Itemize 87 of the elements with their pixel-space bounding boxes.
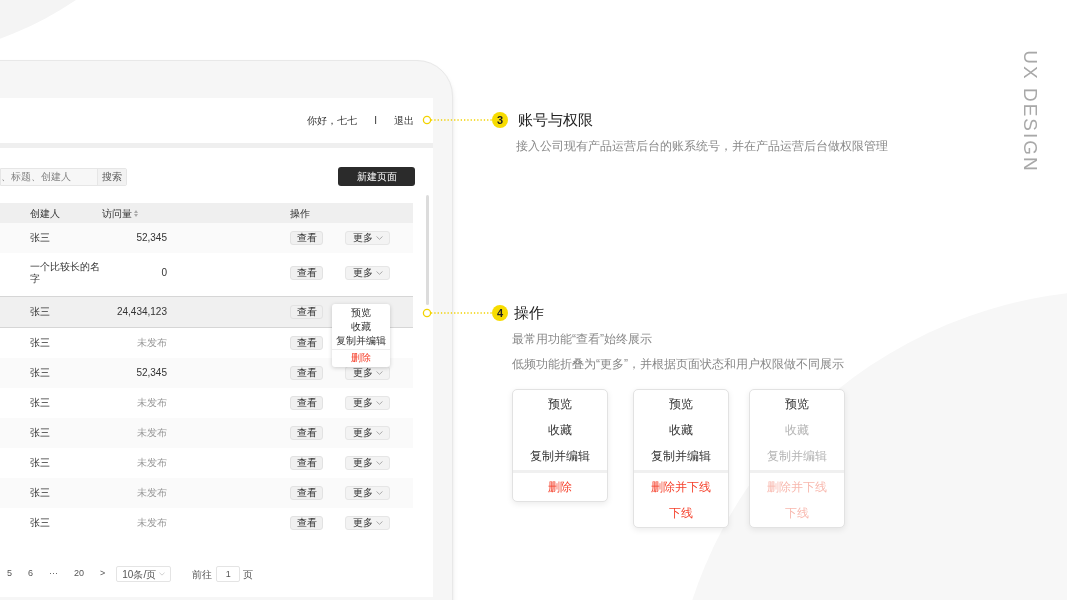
description-text: 接入公司现有产品运营后台的账系统号，并在产品运营后台做权限管理	[516, 138, 888, 155]
table-cell-text: 张三	[30, 517, 51, 529]
view-button[interactable]: 查看	[290, 516, 323, 530]
table-row[interactable]: 张三 52,345 查看 更多	[0, 223, 413, 253]
menu-item[interactable]: 复制并编辑	[634, 443, 728, 469]
view-button[interactable]: 查看	[290, 426, 323, 440]
chevron-down-icon	[375, 461, 383, 465]
view-button[interactable]: 查看	[290, 396, 323, 410]
table-cell-text: 未发布	[136, 337, 167, 349]
table-cell-text: 张三	[30, 427, 51, 439]
table-cell-text: 张三	[30, 337, 51, 349]
chevron-down-icon	[375, 371, 383, 375]
table-cell-text: 张三	[30, 232, 51, 244]
step-badge: 4	[492, 305, 508, 321]
table-cell-text: 张三	[30, 397, 51, 409]
table-cell-text: 24,434,123	[115, 306, 167, 318]
table-row[interactable]: 张三 未发布 查看 更多	[0, 478, 413, 508]
goto-label: 前往	[192, 567, 213, 582]
table-cell-text: 未发布	[136, 457, 167, 469]
chevron-down-icon	[375, 491, 383, 495]
table-cell-text: 未发布	[136, 517, 167, 529]
more-button[interactable]: 更多	[345, 426, 390, 440]
step-badge: 3	[492, 112, 508, 128]
column-header: 操作	[290, 206, 310, 221]
more-button[interactable]: 更多	[345, 396, 390, 410]
section-title: 账号与权限	[518, 109, 593, 130]
table-cell-text: 0	[160, 267, 167, 279]
menu-item[interactable]: 预览	[750, 391, 844, 417]
greeting-text: 你好，七七	[307, 114, 358, 128]
menu-item[interactable]: 预览	[513, 391, 607, 417]
more-button[interactable]: 更多	[345, 231, 390, 245]
table-cell-text: 52,345	[135, 367, 167, 379]
section-title: 操作	[514, 302, 544, 323]
table-cell-text: 张三	[30, 457, 51, 469]
page-link[interactable]: ···	[49, 567, 59, 581]
table-cell-text: 未发布	[136, 427, 167, 439]
view-button[interactable]: 查看	[290, 456, 323, 470]
chevron-down-icon	[375, 401, 383, 405]
table-cell-text: 52,345	[135, 232, 167, 244]
page-input[interactable]: 1	[216, 566, 241, 582]
table-cell-text: 张三	[30, 306, 51, 318]
logout-link[interactable]: 退出	[394, 113, 414, 128]
separator-text: I	[374, 114, 377, 128]
page-size-select[interactable]: 10条/页	[116, 566, 172, 582]
sort-icon[interactable]	[134, 209, 138, 217]
more-button[interactable]: 更多	[345, 266, 390, 280]
description-text: 低频功能折叠为“更多”，并根据页面状态和用户权限做不同展示	[512, 356, 844, 373]
menu-item[interactable]: 收藏	[634, 417, 728, 443]
table-row[interactable]: 张三 未发布 查看 更多	[0, 418, 413, 448]
page-link[interactable]: 20	[74, 567, 85, 581]
page-link[interactable]: 5	[7, 567, 12, 581]
table-cell-text: 张三	[30, 487, 51, 499]
chevron-down-icon	[159, 572, 166, 576]
menu-item[interactable]: 下线	[634, 500, 728, 526]
more-button[interactable]: 更多	[345, 456, 390, 470]
table-cell-text: 张三	[30, 367, 51, 379]
table-cell-text: 未发布	[136, 397, 167, 409]
chevron-down-icon	[375, 431, 383, 435]
description-text: 最常用功能“查看”始终展示	[512, 331, 653, 348]
chevron-down-icon	[375, 236, 383, 240]
side-label: UX DESIGN	[1019, 50, 1043, 171]
menu-item[interactable]: 预览	[332, 306, 390, 320]
view-button[interactable]: 查看	[290, 486, 323, 500]
view-button[interactable]: 查看	[290, 266, 323, 280]
menu-item[interactable]: 预览	[634, 391, 728, 417]
scrollbar-thumb[interactable]	[426, 195, 429, 305]
menu-item[interactable]: 删除	[513, 474, 607, 500]
chevron-down-icon	[375, 271, 383, 275]
menu-item[interactable]: 复制并编辑	[513, 443, 607, 469]
menu-item[interactable]: 收藏	[513, 417, 607, 443]
view-button[interactable]: 查看	[290, 231, 323, 245]
view-button[interactable]: 查看	[290, 336, 323, 350]
column-header: 访问量	[102, 206, 132, 221]
menu-item[interactable]: 删除并下线	[634, 474, 728, 500]
chevron-down-icon	[375, 521, 383, 525]
goto-suffix: 页	[243, 567, 254, 582]
page-link[interactable]: 6	[28, 567, 34, 581]
new-page-button[interactable]: 新建页面	[338, 167, 415, 186]
view-button[interactable]: 查看	[290, 366, 323, 380]
more-button[interactable]: 更多	[345, 516, 390, 530]
column-header: 创建人	[30, 206, 61, 221]
table-cell-text: 未发布	[136, 487, 167, 499]
view-button[interactable]: 查看	[290, 305, 323, 319]
table-cell-text: 一个比较长的名字	[30, 261, 101, 285]
more-button[interactable]: 更多	[345, 486, 390, 500]
menu-item[interactable]: 复制并编辑	[332, 334, 390, 348]
next-page-link[interactable]: >	[100, 567, 106, 581]
